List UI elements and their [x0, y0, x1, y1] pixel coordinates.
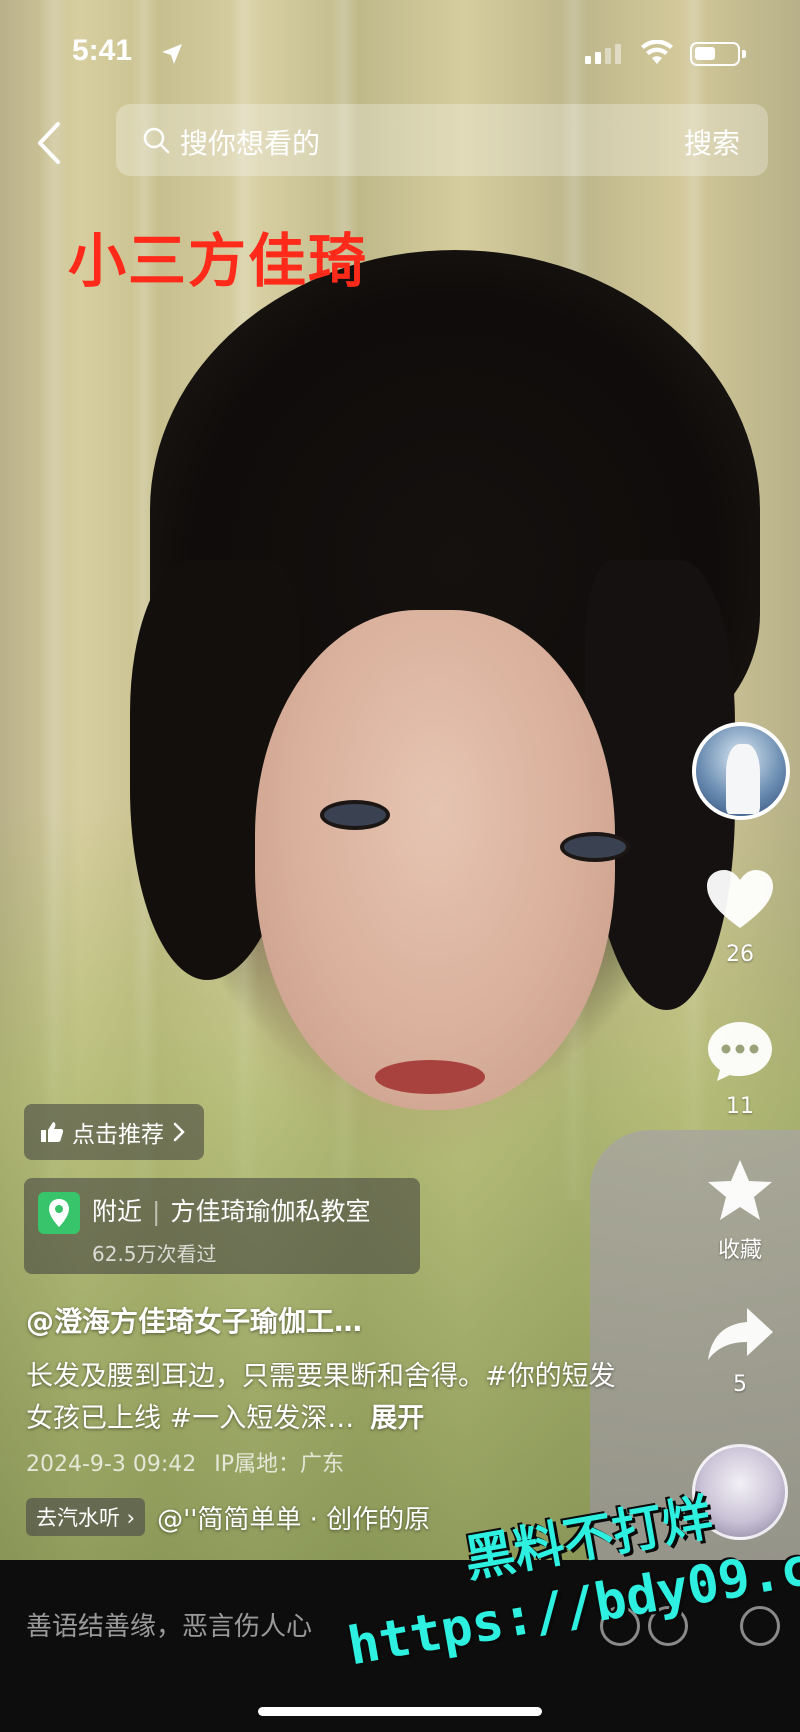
location-card[interactable]: 附近 | 方佳琦瑜伽私教室 62.5万次看过	[24, 1178, 420, 1274]
video-face	[255, 610, 615, 1110]
location-pin-icon	[38, 1192, 80, 1234]
author-name[interactable]: @澄海方佳琦女子瑜伽工…	[26, 1300, 362, 1340]
thumbs-up-icon	[41, 1122, 64, 1142]
comment-input[interactable]: 善语结善缘，恶言伤人心	[26, 1606, 312, 1643]
avatar-figure	[726, 744, 760, 814]
video-eye-left	[320, 800, 390, 830]
heart-icon	[707, 870, 773, 928]
search-button[interactable]: 搜索	[684, 122, 740, 162]
like-count: 26	[726, 942, 754, 967]
share-count: 5	[733, 1372, 747, 1397]
share-button[interactable]: 5	[690, 1306, 790, 1397]
search-input[interactable]: 搜你想看的	[180, 122, 320, 162]
status-time: 5:41	[72, 34, 133, 67]
home-indicator[interactable]	[258, 1707, 542, 1716]
creator-avatar[interactable]	[692, 722, 790, 820]
post-meta: 2024-9-3 09:42 IP属地：广东	[26, 1446, 344, 1478]
ip-location: IP属地：广东	[214, 1452, 345, 1477]
post-date: 2024-9-3 09:42	[26, 1452, 197, 1477]
comment-button[interactable]: 11	[690, 1018, 790, 1119]
location-arrow-icon	[162, 44, 182, 64]
like-button[interactable]: 26	[690, 868, 790, 967]
open-in-music-app-chip[interactable]: 去汽水听 ›	[26, 1498, 146, 1536]
music-chip-label: 去汽水听	[36, 1506, 120, 1530]
back-button[interactable]	[28, 118, 72, 168]
star-icon	[708, 1160, 772, 1220]
video-lips	[375, 1060, 485, 1094]
favorite-button[interactable]: 收藏	[690, 1158, 790, 1264]
comment-icon	[708, 1022, 772, 1081]
favorite-label: 收藏	[717, 1238, 762, 1263]
location-name: 方佳琦瑜伽私教室	[170, 1197, 371, 1226]
search-icon	[143, 127, 170, 154]
recommend-label: 点击推荐	[72, 1122, 164, 1148]
curtain-fold	[40, 0, 68, 1200]
comment-count: 11	[726, 1094, 754, 1119]
status-bar: 5:41	[0, 0, 800, 100]
more-icon[interactable]	[740, 1606, 780, 1646]
cellular-signal-icon	[585, 44, 621, 64]
music-track: @''简简单单 · 创作的原	[157, 1504, 431, 1535]
expand-link[interactable]: 展开	[370, 1403, 424, 1434]
overlay-caption: 小三方佳琦	[68, 227, 369, 295]
location-views: 62.5万次看过	[92, 1242, 217, 1266]
location-tag: 附近	[92, 1197, 143, 1226]
share-arrow-icon	[708, 1308, 773, 1360]
video-eye-right	[560, 832, 630, 862]
search-bar[interactable]: 搜你想看的 搜索	[116, 104, 768, 176]
recommend-chip[interactable]: 点击推荐	[24, 1104, 204, 1160]
wifi-icon	[641, 40, 673, 64]
chevron-right-icon	[173, 1122, 185, 1142]
music-row[interactable]: 去汽水听 › @''简简单单 · 创作的原	[26, 1496, 430, 1538]
post-description: 长发及腰到耳边，只需要果断和舍得。#你的短发女孩已上线 #一入短发深… 展开	[26, 1356, 626, 1440]
battery-icon	[690, 42, 746, 66]
post-description-text: 长发及腰到耳边，只需要果断和舍得。#你的短发女孩已上线 #一入短发深…	[26, 1361, 616, 1434]
location-separator: |	[152, 1197, 161, 1226]
location-title: 附近 | 方佳琦瑜伽私教室	[92, 1192, 370, 1228]
